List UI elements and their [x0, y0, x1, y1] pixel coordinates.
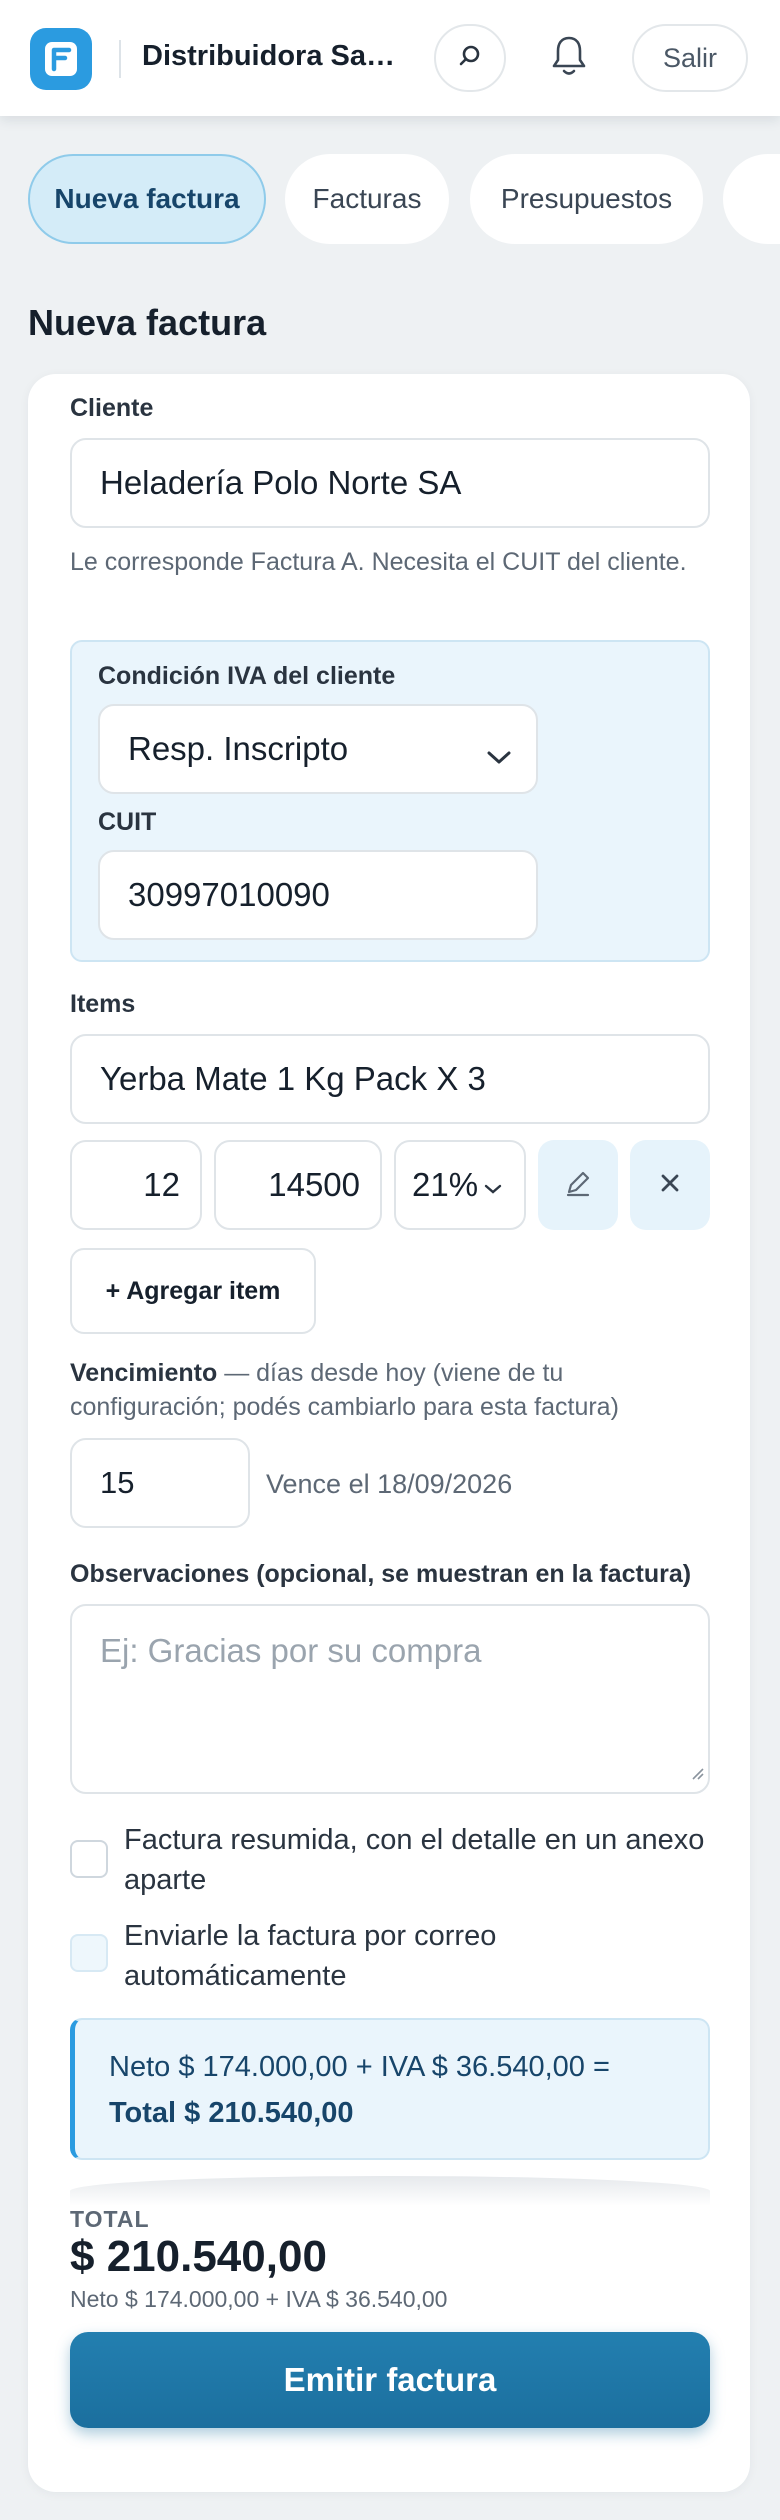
notes-placeholder: Ej: Gracias por su compra — [100, 1632, 482, 1669]
client-hint: Le corresponde Factura A. Necesita el CU… — [70, 548, 687, 576]
iva-condition-value: Resp. Inscripto — [128, 730, 349, 767]
iva-condition-label: Condición IVA del cliente — [98, 662, 396, 690]
due-days-input[interactable]: 15 — [70, 1438, 250, 1528]
items-label: Items — [70, 990, 136, 1018]
totals-summary: Neto $ 174.000,00 + IVA $ 36.540,00 = To… — [70, 2018, 710, 2160]
pencil-icon — [563, 1168, 593, 1203]
top-bar: Distribuidora San ... Salir — [0, 0, 780, 116]
cuit-label: CUIT — [98, 808, 157, 836]
bell-icon — [549, 34, 589, 83]
invoice-form-card: Cliente Heladería Polo Norte SA Le corre… — [28, 374, 750, 2492]
email-invoice-label[interactable]: Enviarle la factura por correo automátic… — [124, 1916, 724, 1996]
notifications-button[interactable] — [537, 26, 601, 90]
section-tabs: Nueva factura Facturas Presupuestos — [0, 154, 780, 246]
edit-item-button[interactable] — [538, 1140, 618, 1230]
logout-button[interactable]: Salir — [632, 24, 748, 92]
notes-textarea[interactable]: Ej: Gracias por su compra — [70, 1604, 710, 1794]
resize-handle-icon[interactable] — [688, 1750, 704, 1788]
total-label: TOTAL — [70, 2206, 150, 2232]
item-quantity-input[interactable]: 12 — [70, 1140, 202, 1230]
tab-facturas[interactable]: Facturas — [285, 154, 449, 244]
remove-item-button[interactable] — [630, 1140, 710, 1230]
item-price-input[interactable]: 14500 — [214, 1140, 382, 1230]
notes-label: Observaciones (opcional, se muestran en … — [70, 1560, 692, 1588]
page-title: Nueva factura — [28, 302, 267, 343]
emit-invoice-button[interactable]: Emitir factura — [70, 2332, 710, 2428]
total-value: $ 210.540,00 — [70, 2232, 327, 2281]
totals-summary-line: Neto $ 174.000,00 + IVA $ 36.540,00 = — [109, 2051, 610, 2083]
cuit-input[interactable]: 30997010090 — [98, 850, 538, 940]
total-breakdown: Neto $ 174.000,00 + IVA $ 36.540,00 — [70, 2286, 448, 2312]
chevron-down-icon — [486, 738, 512, 776]
tab-nueva-factura[interactable]: Nueva factura — [28, 154, 266, 244]
summary-invoice-label[interactable]: Factura resumida, con el detalle en un a… — [124, 1820, 724, 1900]
invoice-logo-icon[interactable] — [30, 28, 92, 90]
item-description-input[interactable]: Yerba Mate 1 Kg Pack X 3 — [70, 1034, 710, 1124]
add-item-button[interactable]: + Agregar item — [70, 1248, 316, 1334]
search-icon — [457, 43, 483, 74]
due-label: Vencimiento — [70, 1359, 218, 1387]
sticky-footer-shadow — [70, 2176, 710, 2206]
item-iva-select[interactable]: 21% — [394, 1140, 526, 1230]
summary-invoice-checkbox[interactable] — [70, 1840, 108, 1878]
iva-condition-select[interactable]: Resp. Inscripto — [98, 704, 538, 794]
email-invoice-checkbox[interactable] — [70, 1934, 108, 1972]
totals-summary-total: Total $ 210.540,00 — [109, 2097, 354, 2129]
search-button[interactable] — [434, 24, 506, 92]
business-name: Distribuidora San ... — [142, 40, 404, 72]
header-divider — [119, 40, 121, 78]
due-label-block: Vencimiento — días desde hoy (viene de t… — [70, 1356, 710, 1424]
client-input[interactable]: Heladería Polo Norte SA — [70, 438, 710, 528]
due-date-text: Vence el 18/09/2026 — [266, 1469, 513, 1499]
chevron-down-icon — [484, 1166, 502, 1204]
tab-presupuestos[interactable]: Presupuestos — [470, 154, 703, 244]
iva-condition-panel: Condición IVA del cliente Resp. Inscript… — [70, 640, 710, 962]
item-iva-value: 21% — [412, 1166, 479, 1203]
tab-more[interactable] — [723, 154, 780, 244]
client-label: Cliente — [70, 394, 154, 422]
close-icon — [658, 1171, 682, 1200]
